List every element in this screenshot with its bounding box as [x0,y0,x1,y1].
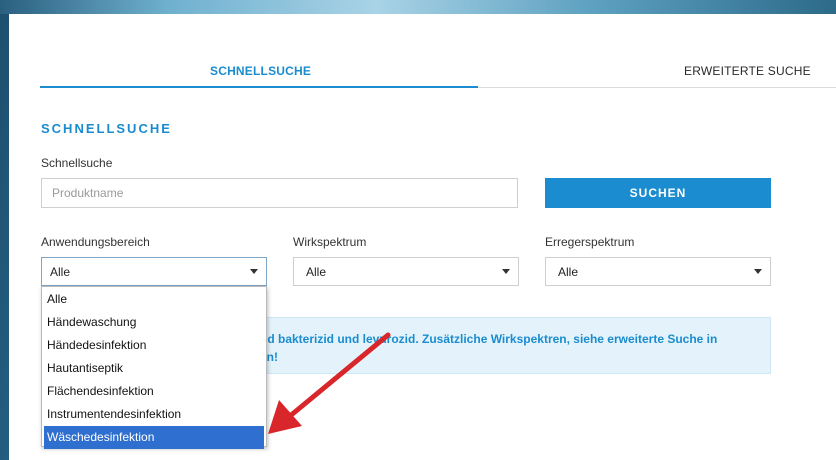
section-title: SCHNELLSUCHE [41,121,172,136]
erregerspektrum-select[interactable]: Alle [545,257,771,286]
dropdown-option[interactable]: Händewaschung [42,311,266,334]
anwendungsbereich-value: Alle [50,265,71,279]
chevron-down-icon [754,269,762,274]
search-tabs: SCHNELLSUCHE ERWEITERTE SUCHE [40,14,836,90]
wirkspektrum-value: Alle [306,265,327,279]
tab-schnellsuche[interactable]: SCHNELLSUCHE [210,64,311,78]
search-button[interactable]: SUCHEN [545,178,771,208]
chevron-down-icon [502,269,510,274]
wirkspektrum-label: Wirkspektrum [293,235,367,249]
erregerspektrum-label: Erregerspektrum [545,235,635,249]
chevron-down-icon [250,269,258,274]
search-input[interactable] [41,178,518,208]
anwendungsbereich-dropdown: Alle Händewaschung Händedesinfektion Hau… [41,286,267,449]
anwendungsbereich-select[interactable]: Alle [41,257,267,286]
anwendungsbereich-label: Anwendungsbereich [41,235,150,249]
tab-erweiterte-suche[interactable]: ERWEITERTE SUCHE [684,64,811,78]
info-text: nd bakterizid und levurozid. Zusätzliche… [260,330,760,366]
search-label: Schnellsuche [41,156,113,170]
erregerspektrum-value: Alle [558,265,579,279]
dropdown-option[interactable]: Hautantiseptik [42,357,266,380]
dropdown-option[interactable]: Alle [42,288,266,311]
active-tab-indicator [40,86,478,88]
dropdown-option[interactable]: Flächendesinfektion [42,380,266,403]
info-text-line2: en! [260,350,278,364]
dropdown-option[interactable]: Instrumentendesinfektion [42,403,266,426]
tab-divider [478,87,836,88]
wirkspektrum-select[interactable]: Alle [293,257,519,286]
info-text-line1: nd bakterizid und levurozid. Zusätzliche… [260,332,718,346]
background-banner [0,0,836,14]
search-panel: SCHNELLSUCHE ERWEITERTE SUCHE SCHNELLSUC… [9,14,836,460]
dropdown-option[interactable]: Händedesinfektion [42,334,266,357]
dropdown-option-highlighted[interactable]: Wäschedesinfektion [44,426,264,449]
